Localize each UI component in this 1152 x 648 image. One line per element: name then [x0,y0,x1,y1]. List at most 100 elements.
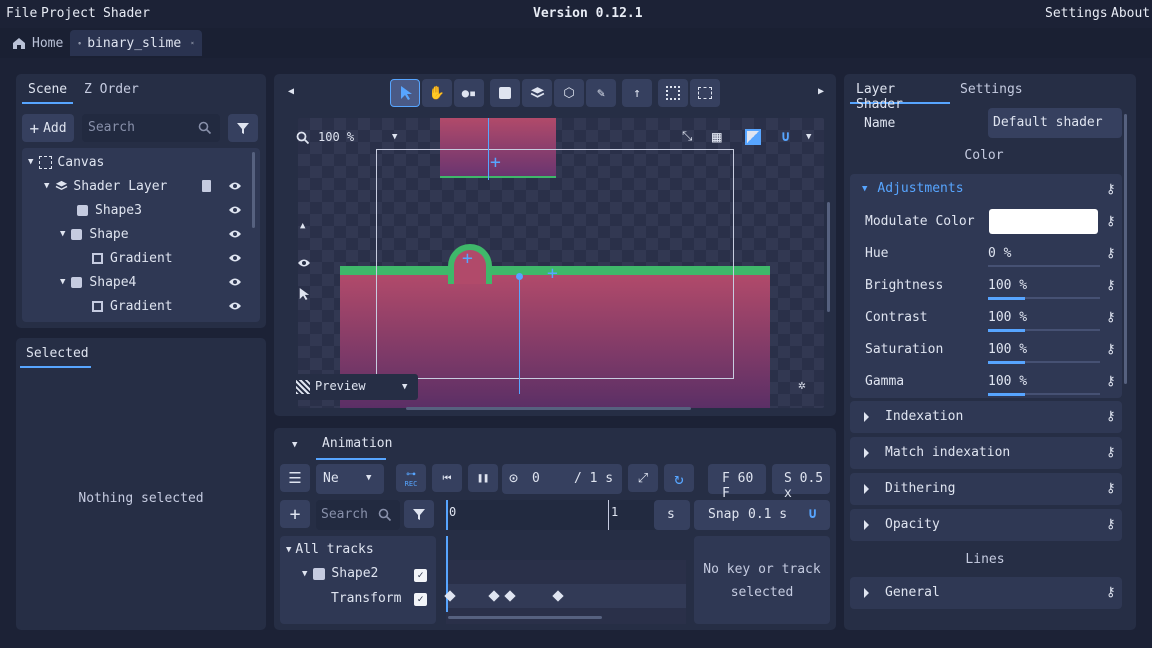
menu-shader[interactable]: Shader [103,6,150,21]
tree-item-shader-layer[interactable]: ▼ Shader Layer [22,174,252,198]
key-icon[interactable]: ⚷ [1106,585,1116,600]
saturation-slider[interactable] [988,361,1100,364]
crosshair-icon[interactable]: + [547,263,558,284]
playhead[interactable] [446,536,448,612]
v-scrollbar[interactable] [827,202,830,312]
scroll-right-icon[interactable]: ▶ [818,86,824,97]
eye-icon[interactable] [228,181,242,191]
trash-icon[interactable] [202,180,211,192]
section-indexation[interactable]: Indexation ⚷ [850,401,1122,433]
zoom-control[interactable]: 100 % ▼ [290,124,400,152]
track-search-input[interactable]: Search [316,500,400,530]
expand-button[interactable]: ⤢ [628,464,658,492]
pivot-handle[interactable] [516,273,523,280]
brightness-slider[interactable] [988,297,1100,300]
section-dithering[interactable]: Dithering ⚷ [850,473,1122,505]
loop-button[interactable]: ↻ [664,464,694,492]
add-button[interactable]: + Add [22,114,74,142]
scene-search-input[interactable]: Search [82,114,220,142]
add-track-button[interactable]: + [280,500,310,528]
brush-tool-button[interactable]: ✎ [586,79,616,107]
scroll-left-icon[interactable]: ◀ [288,86,294,97]
eye-icon[interactable] [228,277,242,287]
key-icon[interactable]: ⚷ [1106,409,1116,424]
inspector-scrollbar[interactable] [1124,114,1127,384]
rewind-button[interactable]: ⏮ [432,464,462,492]
scrollbar[interactable] [252,152,255,228]
select-tool-button[interactable] [390,79,420,107]
saturation-value[interactable]: 100 % [988,342,1027,357]
polygon-tool-button[interactable]: ⬡ [554,79,584,107]
eye-icon[interactable] [228,253,242,263]
tab-animation[interactable]: Animation [316,428,392,460]
track-transform[interactable]: Transform [331,591,401,606]
eye-icon[interactable] [228,205,242,215]
keyframe-area[interactable] [444,536,686,624]
tree-item-shape3[interactable]: Shape3 [22,198,252,222]
key-icon[interactable]: ⚷ [1106,445,1116,460]
key-icon[interactable]: ⚷ [1106,214,1116,229]
gamma-slider[interactable] [988,393,1100,396]
preview-mode-select[interactable]: Preview ▼ [290,374,418,400]
key-icon[interactable]: ⚷ [1106,374,1116,389]
time-field[interactable]: ⊙ 0 / 1 s [502,464,622,494]
contrast-value[interactable]: 100 % [988,310,1027,325]
speed-field[interactable]: S 0.5 x [772,464,830,501]
key-icon[interactable]: ⚷ [1106,246,1116,261]
transform-gizmo[interactable] [488,118,489,180]
tree-item-gradient[interactable]: Gradient [22,294,252,318]
all-tracks-row[interactable]: ▼ All tracks [286,542,374,557]
h-scrollbar[interactable] [448,616,602,619]
close-icon[interactable] [191,37,194,49]
tab-layer-shader[interactable]: Layer Shader [850,74,950,112]
checker-toggle-icon[interactable] [745,129,761,145]
track-shape2[interactable]: ▼ Shape2 [302,566,378,581]
track-filter-button[interactable] [404,500,434,528]
crosshair-icon[interactable]: + [490,152,501,173]
tree-item-shape[interactable]: ▼ Shape [22,222,252,246]
tab-z-order[interactable]: Z Order [78,74,145,104]
key-icon[interactable]: ⚷ [1106,182,1116,197]
hue-value[interactable]: 0 % [988,246,1011,261]
section-opacity[interactable]: Opacity ⚷ [850,509,1122,541]
eye-icon[interactable] [297,258,311,268]
magnet-icon[interactable]: ∪ [808,504,817,522]
name-field[interactable]: Default shader [988,108,1122,138]
canvas-viewport[interactable]: + + + [298,118,824,408]
adjustments-header[interactable]: ▼ Adjustments [862,181,964,196]
layer-tool-button[interactable] [522,79,552,107]
menu-file[interactable]: File [6,6,37,21]
gamma-value[interactable]: 100 % [988,374,1027,389]
tab-scene[interactable]: Scene [22,74,74,104]
add-shape-tool-button[interactable]: ●▪ [454,79,484,107]
transform-gizmo[interactable] [519,276,520,394]
rectangle-tool-button[interactable] [490,79,520,107]
tab-inspector-settings[interactable]: Settings [954,74,1029,104]
cursor-icon[interactable] [298,286,310,302]
playhead[interactable] [446,500,448,530]
key-icon[interactable]: ⚷ [1106,310,1116,325]
tree-item-gradient[interactable]: Gradient [22,246,252,270]
snap-field[interactable]: Snap 0.1 s ∪ [694,500,830,530]
snap-axes-icon[interactable]: ⤡ [682,129,692,144]
crosshair-icon[interactable]: + [462,248,473,269]
menu-button[interactable]: ☰ [280,464,310,492]
transform-tool-button[interactable] [690,79,720,107]
tab-home[interactable]: Home [4,30,71,56]
eye-icon[interactable] [228,229,242,239]
key-icon[interactable]: ⚷ [1106,481,1116,496]
modulate-color-swatch[interactable] [989,209,1098,234]
line-tool-button[interactable]: ↑ [622,79,652,107]
focus-tool-button[interactable] [658,79,688,107]
tree-item-canvas[interactable]: ▼ Canvas [22,150,252,174]
eye-icon[interactable] [228,301,242,311]
tree-item-shape4[interactable]: ▼ Shape4 [22,270,252,294]
key-icon[interactable]: ⚷ [1106,517,1116,532]
brightness-value[interactable]: 100 % [988,278,1027,293]
animation-select[interactable]: Ne ▼ [316,464,384,494]
pause-button[interactable]: ❚❚ [468,464,498,492]
grid-icon[interactable]: ▦ [712,127,722,146]
timeline-ruler[interactable]: 0 1 [446,500,686,530]
track-checkbox[interactable]: ✓ [414,593,427,606]
key-icon[interactable]: ⚷ [1106,278,1116,293]
